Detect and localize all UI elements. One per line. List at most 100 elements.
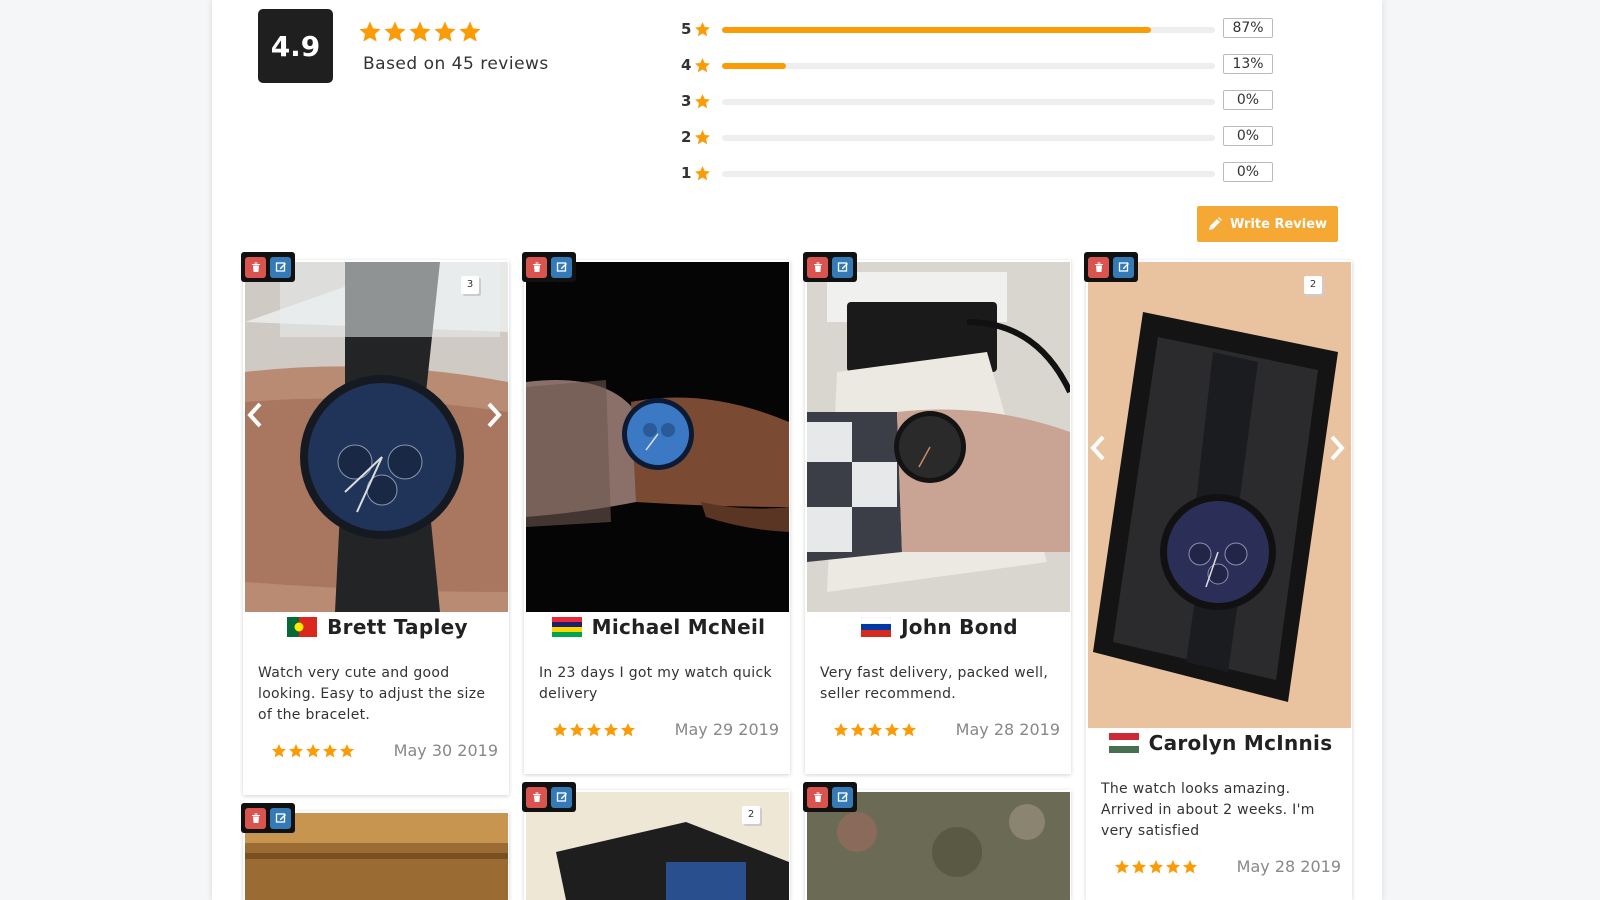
review-photo[interactable] [245, 262, 508, 612]
review-stars [1101, 859, 1199, 875]
star-icon [694, 129, 711, 146]
star-icon [339, 743, 355, 759]
card-controls [803, 782, 857, 812]
star-icon [1182, 859, 1198, 875]
watch-on-wrist-photo [245, 262, 508, 612]
edit-icon [556, 261, 568, 273]
review-text: Very fast delivery, packed well, seller … [820, 665, 1049, 702]
chevron-right-icon[interactable] [1326, 433, 1346, 463]
star-icon [569, 722, 585, 738]
rating-row-stars: 4 [681, 56, 692, 74]
review-text: The watch looks amazing. Arrived in abou… [1101, 781, 1315, 839]
star-icon [458, 20, 482, 44]
delete-button[interactable] [526, 256, 547, 278]
rating-row-5[interactable]: 5 87% [678, 18, 1278, 40]
watch-on-wrist-photo [526, 262, 789, 612]
edit-icon [275, 261, 287, 273]
edit-icon [837, 261, 849, 273]
rating-row-3[interactable]: 3 0% [678, 90, 1278, 112]
delete-button[interactable] [245, 807, 266, 829]
watch-in-box-photo [1088, 262, 1351, 728]
edit-icon [275, 812, 287, 824]
rating-percent: 0% [1223, 90, 1273, 110]
card-controls [522, 252, 576, 282]
edit-icon [1118, 261, 1130, 273]
edit-button[interactable] [832, 786, 853, 808]
rating-bar-track [722, 63, 1215, 69]
review-card [241, 803, 509, 900]
review-footer: May 28 2019 [820, 720, 1060, 739]
review-card: 3 Brett Tapley Watch very cute and good … [241, 252, 512, 795]
star-icon [552, 722, 568, 738]
edit-button[interactable] [270, 256, 291, 278]
star-icon [1131, 859, 1147, 875]
average-rating-stars [358, 20, 483, 44]
review-date: May 28 2019 [1236, 857, 1341, 876]
review-photo[interactable] [526, 262, 789, 612]
star-icon [288, 743, 304, 759]
rating-row-2[interactable]: 2 0% [678, 126, 1278, 148]
photo-count-badge: 2 [742, 806, 760, 824]
edit-button[interactable] [551, 256, 572, 278]
review-date: May 28 2019 [955, 720, 1060, 739]
reviewer: Brett Tapley [243, 615, 512, 639]
rating-percent: 0% [1223, 126, 1273, 146]
delete-button[interactable] [526, 786, 547, 808]
rating-percent: 87% [1223, 18, 1273, 38]
review-photo[interactable] [1088, 262, 1351, 728]
star-icon [884, 722, 900, 738]
write-review-label: Write Review [1229, 216, 1328, 232]
reviewer: Michael McNeil [524, 615, 793, 639]
portugal-flag-icon [287, 617, 318, 637]
review-photo[interactable] [807, 262, 1070, 612]
rating-row-1[interactable]: 1 0% [678, 162, 1278, 184]
star-icon [867, 722, 883, 738]
star-icon [305, 743, 321, 759]
photo-count-badge: 2 [1304, 276, 1322, 294]
star-icon [1114, 859, 1130, 875]
review-footer: May 29 2019 [539, 720, 779, 739]
review-date: May 29 2019 [674, 720, 779, 739]
rating-bar-fill [722, 27, 1151, 33]
delete-button[interactable] [807, 786, 828, 808]
write-review-button[interactable]: Write Review [1197, 206, 1338, 242]
edit-button[interactable] [1113, 256, 1134, 278]
photo-count-badge: 3 [461, 276, 479, 294]
rating-bar-fill [722, 63, 787, 69]
chevron-right-icon[interactable] [483, 400, 503, 430]
star-icon [694, 165, 711, 182]
star-icon [358, 20, 382, 44]
trash-icon [250, 812, 262, 824]
edit-button[interactable] [551, 786, 572, 808]
average-score-badge: 4.9 [258, 9, 333, 83]
chevron-left-icon[interactable] [246, 400, 266, 430]
edit-button[interactable] [270, 807, 291, 829]
review-footer: May 28 2019 [1101, 857, 1341, 876]
delete-button[interactable] [1088, 256, 1109, 278]
reviewer-name: Michael McNeil [591, 615, 766, 639]
edit-button[interactable] [832, 256, 853, 278]
star-icon [694, 57, 711, 74]
rating-percent: 13% [1223, 54, 1273, 74]
star-icon [1165, 859, 1181, 875]
delete-button[interactable] [245, 256, 266, 278]
trash-icon [531, 261, 543, 273]
review-count-text: Based on 45 reviews [363, 54, 549, 74]
star-icon [620, 722, 636, 738]
star-icon [383, 20, 407, 44]
star-icon [586, 722, 602, 738]
hungary-flag-icon [1108, 733, 1139, 753]
star-icon [408, 20, 432, 44]
chevron-left-icon[interactable] [1089, 433, 1109, 463]
rating-row-4[interactable]: 4 13% [678, 54, 1278, 76]
rating-bar-track [722, 171, 1215, 177]
star-icon [322, 743, 338, 759]
rating-row-stars: 1 [681, 164, 692, 182]
star-icon [694, 93, 711, 110]
review-card: John Bond Very fast delivery, packed wel… [803, 252, 1071, 774]
reviewer: Carolyn McInnis [1086, 731, 1355, 755]
delete-button[interactable] [807, 256, 828, 278]
rating-row-stars: 3 [681, 92, 692, 110]
star-icon [901, 722, 917, 738]
rating-percent: 0% [1223, 162, 1273, 182]
